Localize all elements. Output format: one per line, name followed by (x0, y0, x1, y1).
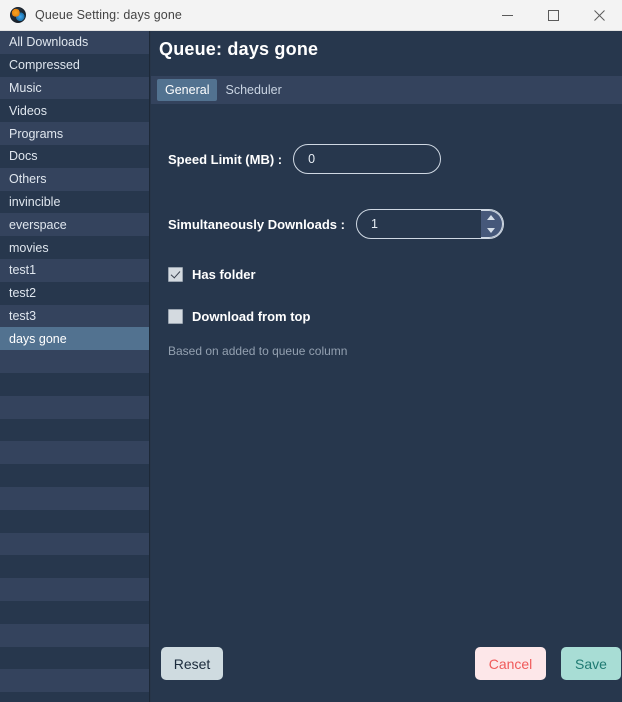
globe-icon (10, 7, 26, 23)
helper-text: Based on added to queue column (168, 344, 348, 358)
spinner-down-icon[interactable] (481, 224, 502, 237)
sidebar-item-empty (0, 600, 149, 624)
queue-setting-window: Queue Setting: days gone All Downloads Co… (0, 0, 622, 702)
spinner-up-icon[interactable] (481, 211, 502, 224)
tab-scheduler[interactable]: Scheduler (217, 79, 289, 101)
has-folder-label: Has folder (192, 267, 256, 282)
sidebar-item-test1[interactable]: test1 (0, 258, 149, 282)
simultaneous-downloads-row: Simultaneously Downloads : (168, 209, 504, 239)
sidebar-item-invincible[interactable]: invincible (0, 190, 149, 214)
sidebar-item-days-gone[interactable]: days gone (0, 327, 149, 351)
sidebar-item-test2[interactable]: test2 (0, 281, 149, 305)
sidebar-item-everspace[interactable]: everspace (0, 213, 149, 237)
cancel-button[interactable]: Cancel (475, 647, 546, 680)
stepper-buttons (480, 210, 503, 238)
sidebar-item-music[interactable]: Music (0, 76, 149, 100)
simultaneous-downloads-label: Simultaneously Downloads : (168, 216, 345, 232)
has-folder-checkbox[interactable] (168, 267, 183, 282)
save-button[interactable]: Save (561, 647, 621, 680)
close-icon[interactable] (576, 0, 622, 31)
sidebar-item-empty (0, 350, 149, 373)
window-title: Queue Setting: days gone (35, 8, 182, 22)
sidebar-item-test3[interactable]: test3 (0, 304, 149, 328)
sidebar-item-empty (0, 646, 149, 670)
sidebar-item-empty (0, 395, 149, 419)
sidebar-item-others[interactable]: Others (0, 167, 149, 191)
download-from-top-checkbox[interactable] (168, 309, 183, 324)
queue-list-sidebar[interactable]: All Downloads Compressed Music Videos Progra… (0, 31, 150, 702)
sidebar-item-empty (0, 555, 149, 579)
minimize-icon[interactable] (484, 0, 530, 31)
sidebar-item-docs[interactable]: Docs (0, 144, 149, 168)
sidebar-item-compressed[interactable]: Compressed (0, 53, 149, 77)
sidebar-item-empty (0, 578, 149, 601)
sidebar-item-empty (0, 669, 149, 693)
window-controls (484, 0, 622, 31)
simultaneous-downloads-stepper (355, 209, 504, 239)
sidebar-item-movies[interactable]: movies (0, 236, 149, 259)
title-bar: Queue Setting: days gone (0, 0, 622, 31)
speed-limit-input[interactable] (293, 144, 442, 174)
maximize-icon[interactable] (530, 0, 576, 31)
speed-limit-row: Speed Limit (MB) : (168, 144, 442, 174)
download-from-top-row[interactable]: Download from top (168, 309, 310, 324)
page-title: Queue: days gone (159, 39, 319, 59)
sidebar-item-videos[interactable]: Videos (0, 99, 149, 123)
main-panel: Queue: days gone General Scheduler Speed… (151, 31, 622, 702)
speed-limit-label: Speed Limit (MB) : (168, 151, 283, 167)
sidebar-item-empty (0, 464, 149, 487)
sidebar-item-programs[interactable]: Programs (0, 122, 149, 145)
sidebar-item-empty (0, 623, 149, 647)
sidebar-item-empty (0, 486, 149, 510)
tab-bar: General Scheduler (151, 76, 622, 104)
sidebar-item-empty (0, 372, 149, 396)
sidebar-item-empty (0, 532, 149, 556)
reset-button[interactable]: Reset (161, 647, 223, 680)
sidebar-item-empty (0, 509, 149, 533)
has-folder-row[interactable]: Has folder (168, 267, 256, 282)
sidebar-item-empty (0, 418, 149, 442)
sidebar-item-all-downloads[interactable]: All Downloads (0, 31, 149, 54)
tab-general[interactable]: General (157, 79, 218, 101)
footer-actions: Reset Cancel Save (151, 630, 622, 702)
download-from-top-label: Download from top (192, 309, 311, 324)
sidebar-item-empty (0, 441, 149, 465)
general-settings-form: Speed Limit (MB) : Simultaneously Downlo… (151, 104, 622, 644)
